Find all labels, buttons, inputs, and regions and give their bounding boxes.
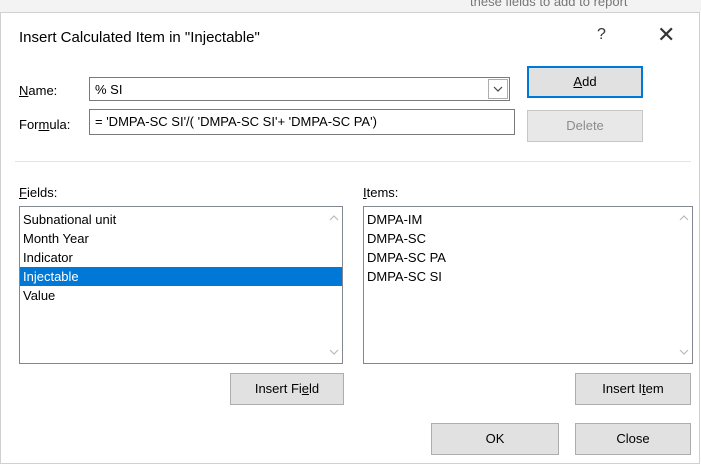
fields-listbox[interactable]: Subnational unit Month Year Indicator Injec… [19,206,343,364]
items-listbox[interactable]: DMPA-IM DMPA-SC DMPA-SC PA DMPA-SC SI [363,206,693,364]
formula-label: Formula: [19,117,71,132]
divider [15,161,691,162]
close-icon[interactable]: ✕ [657,22,675,48]
insert-item-button[interactable]: Insert Item [575,373,691,405]
chevron-up-icon[interactable] [679,215,689,221]
help-icon[interactable]: ? [597,26,606,44]
formula-input[interactable]: = 'DMPA-SC SI'/( 'DMPA-SC SI'+ 'DMPA-SC … [89,109,515,135]
dialog-title: Insert Calculated Item in "Injectable" [19,29,260,46]
close-button[interactable]: Close [575,423,691,455]
background-window-strip: these fields to add to report [0,0,701,12]
fields-scrollbar[interactable] [325,207,342,363]
name-label: Name: [19,83,58,98]
formula-input-value: = 'DMPA-SC SI'/( 'DMPA-SC SI'+ 'DMPA-SC … [95,114,377,129]
add-button[interactable]: Add [527,66,643,98]
list-item[interactable]: Subnational unit [20,210,342,229]
list-item[interactable]: Injectable [20,267,342,286]
chevron-up-icon[interactable] [329,215,339,221]
items-label: Items: [363,185,399,200]
chevron-down-icon[interactable] [329,349,339,355]
insert-calculated-item-dialog: Insert Calculated Item in "Injectable" ?… [0,12,700,464]
fields-label: Fields: [19,185,58,200]
list-item[interactable]: Indicator [20,248,342,267]
name-input-value: % SI [95,82,123,97]
list-item[interactable]: DMPA-SC [364,229,692,248]
list-item[interactable]: DMPA-SC PA [364,248,692,267]
name-dropdown-button[interactable] [488,79,508,99]
list-item[interactable]: DMPA-SC SI [364,267,692,286]
chevron-down-icon[interactable] [679,349,689,355]
list-item[interactable]: Month Year [20,229,342,248]
ok-button[interactable]: OK [431,423,559,455]
chevron-down-icon [493,86,503,92]
list-item[interactable]: Value [20,286,342,305]
list-item[interactable]: DMPA-IM [364,210,692,229]
items-scrollbar[interactable] [675,207,692,363]
delete-button[interactable]: Delete [527,110,643,142]
name-combobox[interactable]: % SI [89,77,510,101]
insert-field-button[interactable]: Insert Field [230,373,344,405]
background-text: these fields to add to report [470,0,628,9]
